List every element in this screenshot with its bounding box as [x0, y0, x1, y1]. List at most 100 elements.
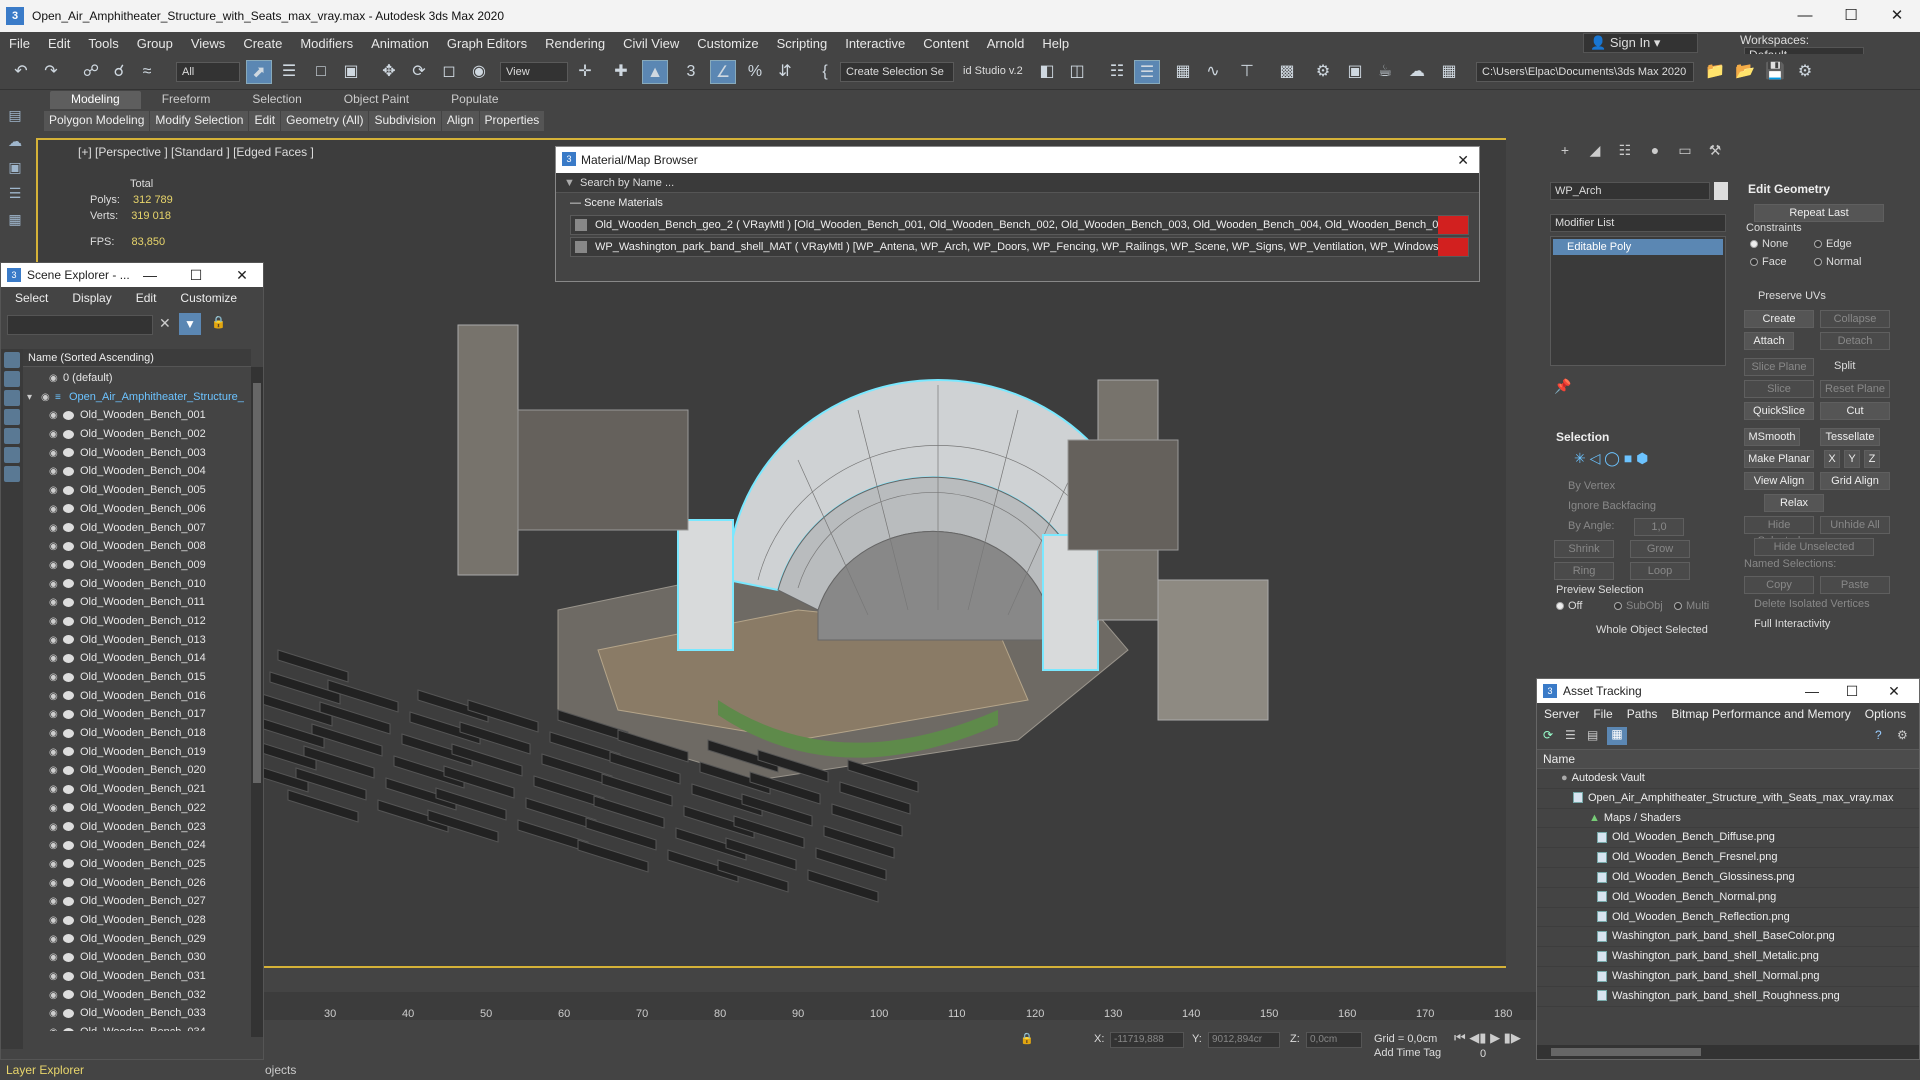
menu-display[interactable]: Display [58, 291, 121, 305]
tab-freeform[interactable]: Freeform [141, 91, 232, 109]
loop-button[interactable]: Loop [1630, 562, 1690, 580]
scene-object-row[interactable]: ◉ Old_Wooden_Bench_015 [23, 668, 253, 687]
ignore-backfacing-checkbox[interactable]: Ignore Backfacing [1568, 500, 1656, 512]
eye-icon[interactable]: ◉ [49, 781, 61, 800]
project-folder-icon[interactable]: 📁 [1702, 60, 1728, 84]
grid-icon[interactable]: ▦ [4, 208, 26, 230]
selection-rollout-title[interactable]: Selection [1556, 430, 1609, 444]
selection-filter-dropdown[interactable]: All [176, 62, 240, 82]
scene-object-row[interactable]: ◉ Old_Wooden_Bench_020 [23, 761, 253, 780]
pin-stack-icon[interactable]: 📌 [1554, 378, 1571, 395]
curve-editor-icon[interactable]: ∿ [1200, 60, 1226, 84]
chevron-down-icon[interactable]: ▼ [564, 173, 575, 193]
save-project-icon[interactable]: 💾 [1762, 60, 1788, 84]
subtab-modify-selection[interactable]: Modify Selection [150, 111, 250, 131]
cut-button[interactable]: Cut [1820, 402, 1890, 420]
project-path-dropdown[interactable]: C:\Users\Elpac\Documents\3ds Max 2020 [1476, 62, 1694, 82]
scene-object-row[interactable]: ◉ Old_Wooden_Bench_031 [23, 967, 253, 986]
menu-bitmap-performance[interactable]: Bitmap Performance and Memory [1664, 707, 1857, 721]
scene-file-row[interactable]: Open_Air_Amphitheater_Structure_with_Sea… [1537, 789, 1919, 809]
spinner-snap-icon[interactable]: ⇵ [772, 60, 798, 84]
grow-button[interactable]: Grow [1630, 540, 1690, 558]
unlink-icon[interactable]: ☌ [106, 60, 132, 84]
scene-object-row[interactable]: ◉ Old_Wooden_Bench_004 [23, 462, 253, 481]
subtab-polygon-modeling[interactable]: Polygon Modeling [44, 111, 151, 131]
align-icon[interactable]: ◫ [1064, 60, 1090, 84]
constraint-normal-radio[interactable]: Normal [1814, 256, 1861, 268]
eye-icon[interactable]: ◉ [49, 912, 61, 931]
eye-icon[interactable]: ◉ [49, 594, 61, 613]
tab-selection[interactable]: Selection [231, 91, 322, 109]
eye-icon[interactable]: ◉ [49, 987, 61, 1006]
msmooth-button[interactable]: MSmooth [1744, 428, 1800, 446]
tab-modeling[interactable]: Modeling [50, 91, 141, 109]
viewport-label[interactable]: [+] [Perspective ] [Standard ] [Edged Fa… [78, 145, 314, 159]
scale-icon[interactable]: ◻ [436, 60, 462, 84]
eye-icon[interactable]: ◉ [49, 576, 61, 595]
unhide-all-button[interactable]: Unhide All [1820, 516, 1890, 534]
rendered-frame-icon[interactable]: ▣ [1342, 60, 1368, 84]
asset-row[interactable]: Old_Wooden_Bench_Reflection.png [1537, 908, 1919, 928]
minimize-button[interactable]: — [127, 263, 173, 287]
menu-create[interactable]: Create [234, 36, 291, 51]
subtab-align[interactable]: Align [442, 111, 480, 131]
planar-x-button[interactable]: X [1824, 450, 1840, 468]
image-icon[interactable]: ▣ [4, 156, 26, 178]
menu-tools[interactable]: Tools [79, 36, 127, 51]
menu-modifiers[interactable]: Modifiers [291, 36, 362, 51]
eye-icon[interactable]: ◉ [49, 931, 61, 950]
help-icon[interactable]: ? [1875, 728, 1882, 742]
split-checkbox[interactable]: Split [1834, 360, 1855, 372]
display-helpers-icon[interactable] [4, 428, 20, 444]
scene-object-row[interactable]: ◉ Old_Wooden_Bench_014 [23, 649, 253, 668]
modifier-stack-item[interactable]: Editable Poly [1553, 239, 1723, 255]
menu-file[interactable]: File [0, 36, 39, 51]
rectangle-selection-icon[interactable]: □ [308, 60, 334, 84]
maximize-button[interactable]: ☐ [1829, 679, 1875, 703]
asset-scrollbar[interactable] [1537, 1045, 1919, 1059]
collapse-button[interactable]: Collapse [1820, 310, 1890, 328]
scene-object-row[interactable]: ◉ Old_Wooden_Bench_011 [23, 593, 253, 612]
planar-y-button[interactable]: Y [1844, 450, 1860, 468]
repeat-last-button[interactable]: Repeat Last [1754, 204, 1884, 222]
eye-icon[interactable]: ◉ [49, 650, 61, 669]
cloud-icon[interactable]: ☁ [4, 130, 26, 152]
angle-spinner[interactable]: 1,0 [1634, 518, 1684, 536]
menu-group[interactable]: Group [128, 36, 182, 51]
menu-scripting[interactable]: Scripting [768, 36, 837, 51]
eye-icon[interactable]: ◉ [49, 893, 61, 912]
scene-object-row[interactable]: ◉ Old_Wooden_Bench_012 [23, 612, 253, 631]
preserve-uvs-checkbox[interactable]: Preserve UVs [1758, 290, 1826, 302]
eye-icon[interactable]: ◉ [49, 482, 61, 501]
by-vertex-checkbox[interactable]: By Vertex [1568, 480, 1615, 492]
menu-edit[interactable]: Edit [39, 36, 79, 51]
eye-icon[interactable]: ◉ [41, 389, 53, 408]
select-by-name-icon[interactable]: ☰ [276, 60, 302, 84]
scene-object-row[interactable]: ◉ Old_Wooden_Bench_021 [23, 780, 253, 799]
scene-explorer-scrollbar[interactable] [251, 367, 263, 1037]
eye-icon[interactable]: ◉ [49, 837, 61, 856]
eye-icon[interactable]: ◉ [49, 520, 61, 539]
scrollbar-thumb[interactable] [253, 383, 261, 783]
subtab-properties[interactable]: Properties [480, 111, 546, 131]
scene-object-row[interactable]: ◉ Old_Wooden_Bench_024 [23, 836, 253, 855]
material-row[interactable]: WP_Washington_park_band_shell_MAT ( VRay… [570, 237, 1469, 257]
preview-off-radio[interactable]: Off [1556, 600, 1582, 612]
tab-object-paint[interactable]: Object Paint [323, 91, 430, 109]
close-icon[interactable]: ✕ [1457, 147, 1469, 173]
menu-edit[interactable]: Edit [122, 291, 167, 305]
maximize-button[interactable]: ☐ [173, 263, 219, 287]
eye-icon[interactable]: ◉ [49, 538, 61, 557]
display-spacewarps-icon[interactable] [4, 447, 20, 463]
scene-converter-icon[interactable]: ▦ [1436, 60, 1462, 84]
edit-named-selection-icon[interactable]: { [812, 60, 838, 84]
asset-row[interactable]: Washington_park_band_shell_BaseColor.png [1537, 927, 1919, 948]
eye-icon[interactable]: ◉ [49, 819, 61, 838]
tessellate-button[interactable]: Tessellate [1820, 428, 1880, 446]
display-tab-icon[interactable]: ▭ [1670, 138, 1700, 162]
select-object-icon[interactable]: ⬈ [246, 60, 272, 84]
object-color-swatch[interactable] [1714, 182, 1728, 200]
scene-object-row[interactable]: ◉ Old_Wooden_Bench_026 [23, 874, 253, 893]
menu-paths[interactable]: Paths [1620, 707, 1665, 721]
eye-icon[interactable]: ◉ [49, 856, 61, 875]
